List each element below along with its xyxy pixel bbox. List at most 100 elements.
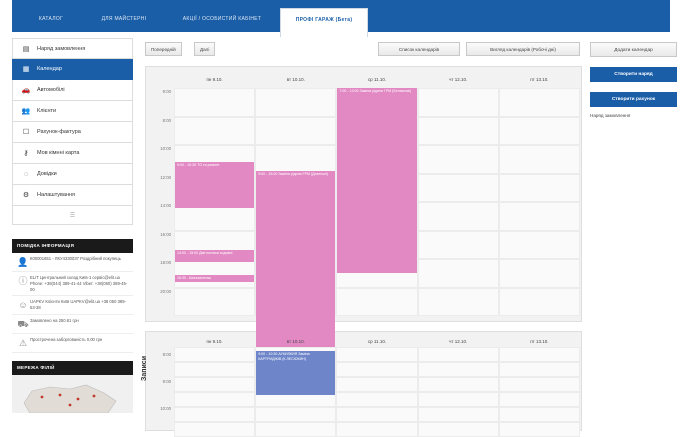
sidebar-item-help[interactable]: ◌ Довідки	[12, 164, 133, 185]
day-header: пт 13.10.	[530, 339, 549, 344]
orders-label: Наряд замовлення	[590, 113, 631, 118]
info-overdue: ⚠ Прострочена заборгованість 0.00 грн	[12, 334, 133, 354]
time-slot	[255, 88, 337, 117]
hour-label: 9:00	[162, 89, 171, 94]
hour-label: 20:00	[160, 288, 171, 294]
calendar-event[interactable]: 14:00 - 15:00 Діагностика ходової	[175, 250, 255, 262]
time-slot	[417, 145, 499, 174]
warning-icon: ⚠	[18, 338, 28, 349]
time-slot	[498, 116, 580, 145]
sidebar-item-calendar[interactable]: ▦ Календар	[12, 59, 133, 80]
add-calendar-button[interactable]: Додати календар	[590, 42, 677, 57]
hour-label: 8:00	[162, 117, 171, 123]
manager-icon: ☺	[18, 300, 28, 311]
time-slot	[174, 259, 256, 288]
time-slot	[336, 377, 418, 392]
hour-label: 12:00	[160, 174, 171, 180]
time-slot	[417, 287, 499, 316]
sidebar-item-invoices[interactable]: ☐ Рахунок-фактура	[12, 122, 133, 143]
next-button[interactable]: Далі	[194, 42, 216, 56]
invoice-icon: ☐	[22, 129, 30, 136]
users-icon: 👥	[21, 108, 31, 115]
time-slot	[417, 259, 499, 288]
car-icon: 🚗	[21, 87, 31, 94]
hour-label: 10:00	[160, 146, 171, 151]
time-slot	[174, 392, 256, 407]
sidebar-item-clients[interactable]: 👥 Клієнти	[12, 101, 133, 122]
time-slot	[417, 88, 499, 117]
calendars-list-button[interactable]: Список календарів	[378, 42, 460, 56]
sidebar-item-label: Рахунок-фактура	[37, 129, 81, 135]
tab-catalog[interactable]: КАТАЛОГ	[12, 0, 90, 32]
time-slot	[417, 392, 499, 407]
time-slot	[255, 116, 337, 145]
day-header: ср 11.10.	[367, 77, 387, 82]
time-slot	[255, 422, 337, 437]
calendar-event[interactable]: 7:00 - 13:00 Заміна рідини ГРМ (Бензинов…	[337, 88, 417, 274]
sidebar-item-label: Календар	[37, 66, 62, 72]
time-slot	[336, 407, 418, 422]
info-ordered: ⛟ Замовлено на 250.61 грн	[12, 315, 133, 335]
truck-icon: ⛟	[17, 319, 29, 330]
tab-profi-garage[interactable]: ПРОФІ ГАРАЖ (Бета)	[280, 8, 368, 37]
create-order-button[interactable]: Створити наряд	[590, 67, 677, 82]
time-slot	[174, 407, 256, 422]
user-icon: 👤	[17, 257, 29, 267]
day-header: вт 10.10.	[286, 77, 305, 82]
gear-icon: ⚙	[22, 192, 30, 199]
time-slot	[417, 407, 499, 422]
time-slot	[336, 347, 418, 362]
info-warehouse: ⓘ ELIT Центральний склад Київ-1 сервіс@el…	[12, 272, 133, 297]
time-slot	[498, 362, 580, 377]
sidebar-item-label: Мов кімнні карта	[37, 150, 80, 156]
info-icon: ⓘ	[18, 276, 28, 286]
calendar-event[interactable]: 15:30 - Шиномонтаж	[175, 274, 255, 282]
calendar-event[interactable]: 9:00 - 10:30 ТО та ремонт	[175, 162, 255, 208]
prev-button[interactable]: Попередній	[145, 42, 182, 56]
hour-label: 10:00	[160, 406, 171, 411]
time-slot	[336, 287, 418, 316]
time-slot	[498, 377, 580, 392]
calendar-icon: ▦	[22, 66, 30, 73]
time-slot	[417, 422, 499, 437]
time-slot	[174, 88, 256, 117]
time-slot	[417, 230, 499, 259]
time-slot	[174, 287, 256, 316]
sidebar-menu: ▤ Наряд замовлення ▦ Календар 🚗 Автомобілі …	[12, 38, 133, 225]
chat-icon: ◌	[23, 170, 29, 178]
time-slot	[417, 377, 499, 392]
time-slot	[417, 173, 499, 202]
time-slot	[498, 202, 580, 231]
hour-label: 16:00	[160, 231, 171, 237]
time-slot	[498, 407, 580, 422]
time-slot	[174, 377, 256, 392]
ukraine-map-image	[23, 385, 117, 414]
calendar-view-button[interactable]: Вигляд календарів (Робочі дні)	[466, 42, 580, 56]
sidebar-item-orders[interactable]: ▤ Наряд замовлення	[12, 38, 133, 59]
calendar-event[interactable]: 9:00 - 10:30 АУКИЛКИЯ Заміна КАРТРИДЖІВ …	[256, 351, 336, 395]
time-slot	[498, 347, 580, 362]
day-header: пн 9.10.	[206, 77, 223, 82]
sidebar-collapse-button[interactable]: ☰	[12, 206, 133, 225]
sidebar-item-settings[interactable]: ⚙ Налаштування	[12, 185, 133, 206]
time-slot	[255, 407, 337, 422]
time-slot	[498, 173, 580, 202]
create-invoice-button[interactable]: Створити рахунок	[590, 92, 677, 107]
tab-account[interactable]: АКЦІЇ / ОСОБИСТИЙ КАБІНЕТ	[162, 0, 282, 32]
branches-title: МЕРЕЖА ФІЛІЙ	[12, 361, 133, 376]
hour-label: 14:00	[160, 203, 171, 208]
day-header: пт 13.10.	[530, 77, 549, 82]
branches-map[interactable]	[12, 375, 133, 414]
hour-label: 9:00	[162, 379, 171, 384]
sidebar-item-keycards[interactable]: ⚷ Мов кімнні карта	[12, 143, 133, 164]
day-header: пн 9.10.	[206, 339, 223, 344]
time-slot	[498, 145, 580, 174]
time-slot	[255, 145, 337, 174]
day-header: вт 10.10.	[286, 339, 305, 344]
tab-workshop[interactable]: ДЛЯ МАЙСТЕРНІ	[90, 0, 158, 32]
sidebar-item-label: Наряд замовлення	[37, 45, 86, 52]
sidebar-item-cars[interactable]: 🚗 Автомобілі	[12, 80, 133, 101]
info-manager: ☺ UAPKV Клієнти Київ UAPKV@elit.ua +38 05…	[12, 296, 133, 316]
time-slot	[498, 259, 580, 288]
info-section-title: ПОМІДКА ІНФОРМАЦІЯ	[12, 239, 133, 253]
